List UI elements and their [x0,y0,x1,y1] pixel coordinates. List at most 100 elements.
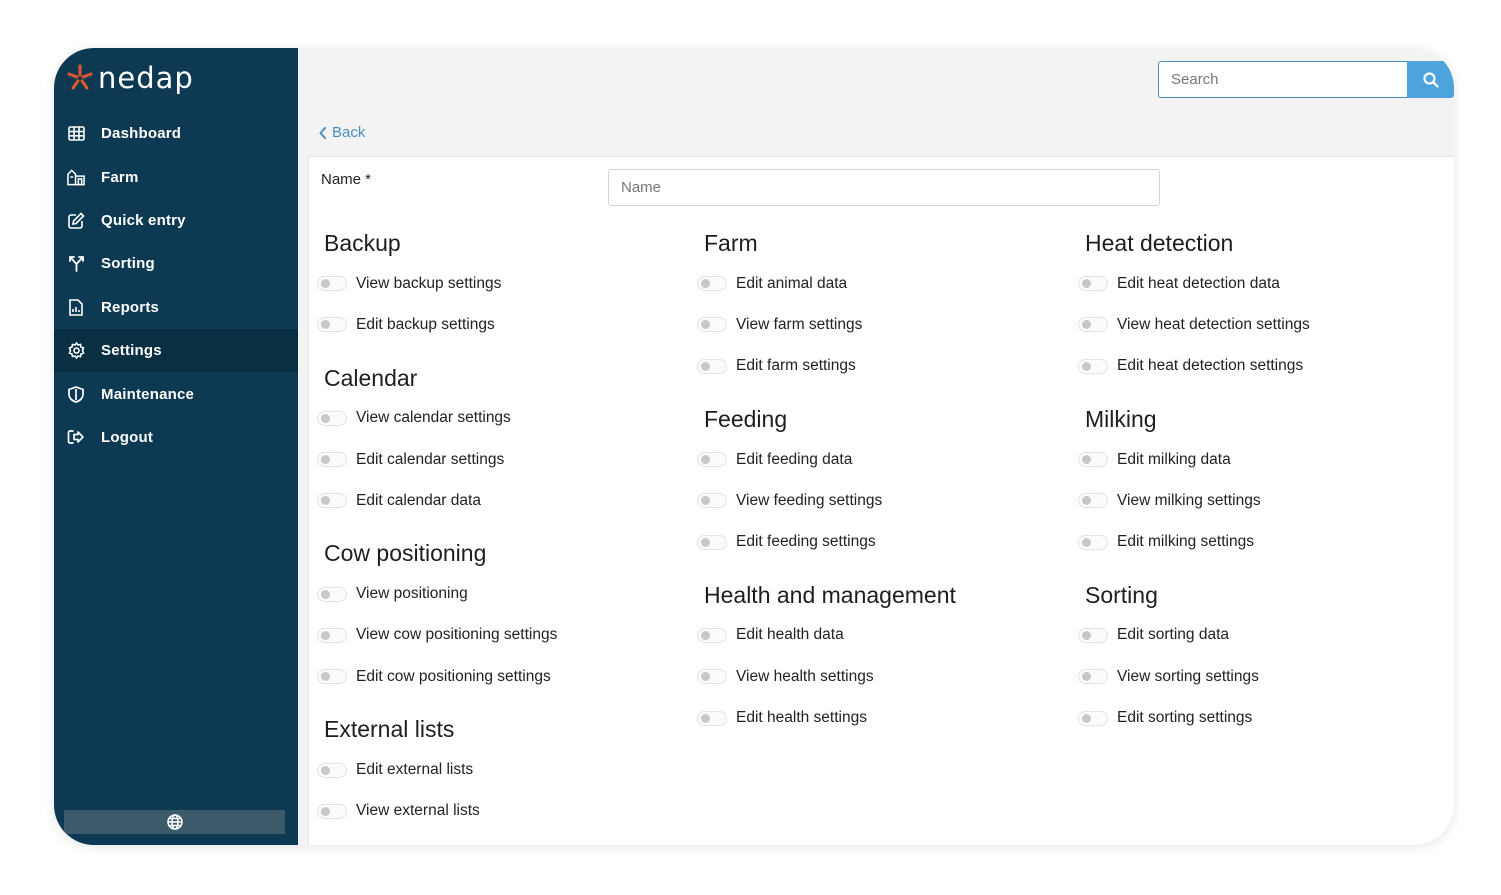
permission-edit-cow-positioning-settings[interactable]: Edit cow positioning settings [317,656,687,697]
toggle-switch[interactable] [1078,710,1108,726]
permission-edit-external-lists[interactable]: Edit external lists [317,749,687,790]
permission-edit-milking-settings[interactable]: Edit milking settings [1078,521,1448,562]
toggle-switch[interactable] [1078,317,1108,333]
permission-label: View farm settings [736,315,863,333]
permission-edit-calendar-settings[interactable]: Edit calendar settings [317,439,687,480]
group-title: Milking [1085,405,1157,432]
toggle-switch[interactable] [1078,452,1108,468]
permission-edit-farm-settings[interactable]: Edit farm settings [697,346,1067,387]
toggle-switch[interactable] [317,276,347,292]
back-link[interactable]: Back [319,124,365,141]
toggle-switch[interactable] [697,534,727,550]
toggle-switch[interactable] [697,710,727,726]
permission-label: View external lists [356,802,480,820]
permission-group-calendar: Calendar View calendar settings Edit calen… [317,360,687,522]
sidebar: nedap Dashboard Farm Quick entry Sorting… [54,48,298,845]
role-form: Name * Backup View backup settings Edit ba… [308,156,1454,845]
toggle-switch[interactable] [697,452,727,468]
permission-view-milking-settings[interactable]: View milking settings [1078,480,1448,521]
search-bar [1158,61,1454,98]
sidebar-item-quick-entry[interactable]: Quick entry [54,199,298,242]
permission-label: Edit calendar settings [356,450,505,468]
sidebar-item-settings[interactable]: Settings [54,328,298,373]
toggle-switch[interactable] [317,452,347,468]
toggle-switch[interactable] [1078,627,1108,643]
permission-edit-animal-data[interactable]: Edit animal data [697,263,1067,304]
permission-view-backup-settings[interactable]: View backup settings [317,263,687,304]
permission-edit-health-data[interactable]: Edit health data [697,615,1067,656]
permission-edit-health-settings[interactable]: Edit health settings [697,697,1067,738]
toggle-switch[interactable] [317,493,347,509]
name-label: Name * [321,171,372,188]
group-title: Backup [324,230,401,256]
edit-icon [67,211,85,229]
permission-edit-heat-detection-data[interactable]: Edit heat detection data [1078,263,1448,304]
toggle-switch[interactable] [697,627,727,643]
toggle-switch[interactable] [697,317,727,333]
permission-edit-backup-settings[interactable]: Edit backup settings [317,304,687,345]
toggle-switch[interactable] [1078,276,1108,292]
permission-group-backup: Backup View backup settings Edit backup se… [317,225,687,346]
permission-label: Edit farm settings [736,357,856,375]
permission-label: Edit feeding settings [736,533,876,551]
toggle-switch[interactable] [317,317,347,333]
toggle-switch[interactable] [317,410,347,426]
permissions-column-1: Backup View backup settings Edit backup se… [317,225,687,845]
search-button[interactable] [1407,61,1454,98]
permission-view-heat-detection-settings[interactable]: View heat detection settings [1078,304,1448,345]
toggle-switch[interactable] [317,586,347,602]
back-label: Back [332,124,366,141]
permission-view-cow-positioning-settings[interactable]: View cow positioning settings [317,615,687,656]
toggle-switch[interactable] [1078,358,1108,374]
permission-view-external-lists[interactable]: View external lists [317,791,687,832]
permission-group-sorting: Sorting Edit sorting data View sorting set… [1078,577,1448,739]
permission-view-calendar-settings[interactable]: View calendar settings [317,398,687,439]
sidebar-item-label: Dashboard [101,125,182,143]
sidebar-item-sorting[interactable]: Sorting [54,242,298,285]
toggle-switch[interactable] [697,493,727,509]
toggle-switch[interactable] [317,627,347,643]
permission-edit-sorting-settings[interactable]: Edit sorting settings [1078,697,1448,738]
permission-view-feeding-settings[interactable]: View feeding settings [697,480,1067,521]
toggle-switch[interactable] [1078,669,1108,685]
brand-name: nedap [98,60,194,95]
permission-label: Edit sorting data [1117,626,1230,644]
toggle-switch[interactable] [317,803,347,819]
toggle-switch[interactable] [1078,493,1108,509]
star-logo-icon [67,64,93,90]
sidebar-item-maintenance[interactable]: Maintenance [54,372,298,415]
language-selector[interactable] [64,810,285,834]
toggle-switch[interactable] [317,762,347,778]
permission-edit-feeding-data[interactable]: Edit feeding data [697,439,1067,480]
permission-edit-heat-detection-settings[interactable]: Edit heat detection settings [1078,346,1448,387]
sidebar-item-farm[interactable]: Farm [54,155,298,198]
toggle-switch[interactable] [317,669,347,685]
permission-view-health-settings[interactable]: View health settings [697,656,1067,697]
permission-view-sorting-settings[interactable]: View sorting settings [1078,656,1448,697]
permission-label: Edit backup settings [356,315,495,333]
permission-label: Edit milking data [1117,450,1231,468]
permission-group-cow-positioning: Cow positioning View positioning View cow … [317,535,687,697]
toggle-switch[interactable] [697,669,727,685]
permission-label: View backup settings [356,274,502,292]
toggle-switch[interactable] [1078,534,1108,550]
permission-edit-sorting-data[interactable]: Edit sorting data [1078,615,1448,656]
permission-edit-feeding-settings[interactable]: Edit feeding settings [697,521,1067,562]
permission-label: Edit milking settings [1117,533,1254,551]
group-title: Feeding [704,405,788,432]
permission-view-farm-settings[interactable]: View farm settings [697,304,1067,345]
permission-group-feeding: Feeding Edit feeding data View feeding set… [697,401,1067,563]
toggle-switch[interactable] [697,276,727,292]
sidebar-item-dashboard[interactable]: Dashboard [54,112,298,155]
name-field[interactable] [608,169,1160,206]
sidebar-item-logout[interactable]: Logout [54,416,298,459]
permission-edit-milking-data[interactable]: Edit milking data [1078,439,1448,480]
search-input[interactable] [1158,61,1407,98]
permission-edit-calendar-data[interactable]: Edit calendar data [317,480,687,521]
sidebar-item-label: Logout [101,428,154,446]
sidebar-item-reports[interactable]: Reports [54,286,298,329]
permission-view-positioning[interactable]: View positioning [317,573,687,614]
permission-group-milking: Milking Edit milking data View milking set… [1078,401,1448,563]
gear-icon [67,342,85,360]
toggle-switch[interactable] [697,358,727,374]
